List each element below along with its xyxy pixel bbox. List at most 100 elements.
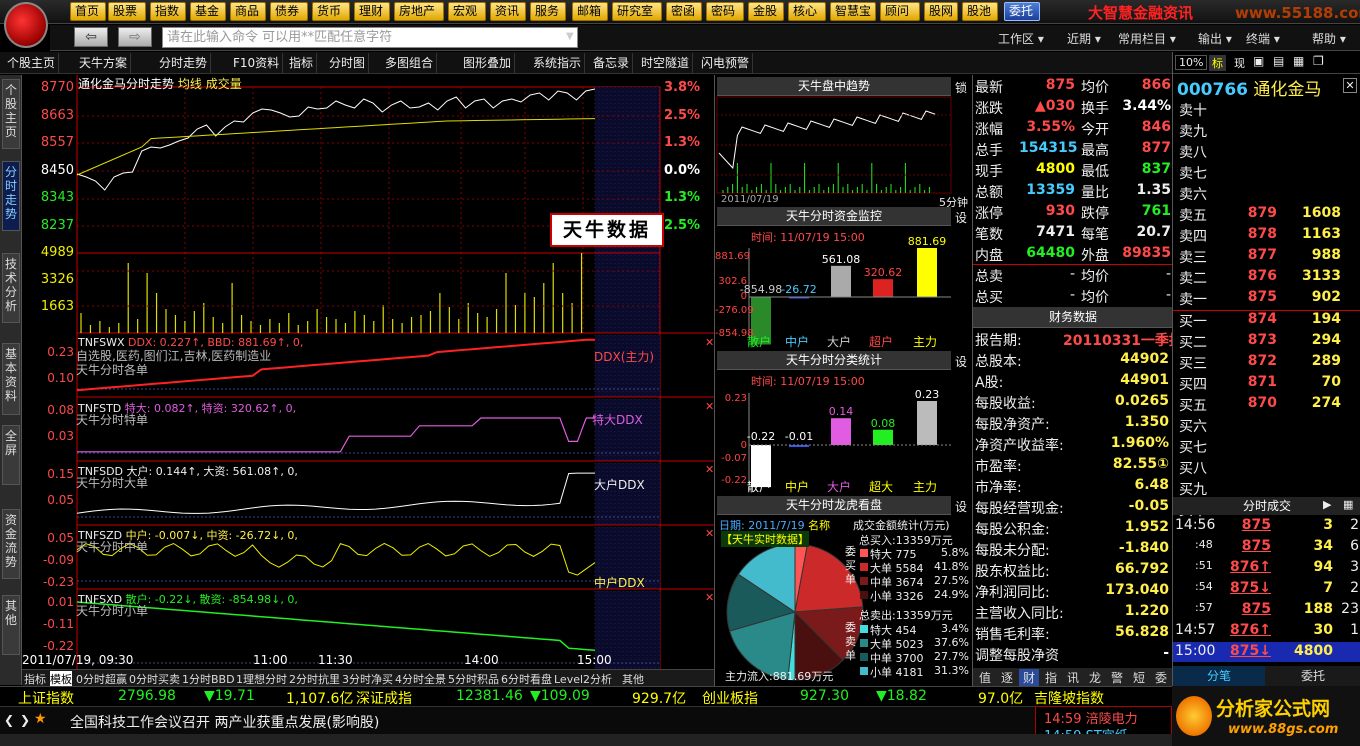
nav-22[interactable]: 委托 — [1004, 2, 1040, 21]
play-icon[interactable]: ▶ — [1323, 498, 1331, 511]
tab-9[interactable]: 备忘录 — [590, 53, 634, 73]
formula-tab-5[interactable]: 1理想分时 — [236, 671, 287, 687]
formula-tab-1[interactable]: 模板 — [50, 671, 72, 687]
nav-7[interactable]: 理财 — [354, 2, 390, 21]
tab-6[interactable]: 多图组合 — [382, 53, 438, 73]
menu-1[interactable]: 近期 ▾ — [1067, 30, 1101, 47]
nav-0[interactable]: 首页 — [70, 2, 106, 21]
vtab-4[interactable]: 全屏 — [2, 425, 20, 485]
formula-tab-4[interactable]: 1分时BBD — [182, 671, 235, 687]
nav-14[interactable]: 密函 — [666, 2, 702, 21]
command-input[interactable]: 请在此输入命令 可以用**匹配任意字符 — [162, 27, 578, 48]
nav-17[interactable]: 核心 — [788, 2, 826, 21]
menu-0[interactable]: 工作区 ▾ — [998, 30, 1044, 47]
forward-button[interactable]: ⇨ — [118, 27, 152, 47]
news-headline[interactable]: 全国科技工作会议召开 两产业获重点发展(影响股) — [70, 712, 379, 732]
ind2-close-icon[interactable]: ✕ — [705, 400, 714, 413]
nav-16[interactable]: 金股 — [748, 2, 784, 21]
sell-price-5[interactable]: 879 — [1225, 205, 1277, 221]
vtab-3[interactable]: 基本资料 — [2, 343, 20, 415]
nav-20[interactable]: 股网 — [924, 2, 958, 21]
nav-13[interactable]: 研究室 — [612, 2, 662, 21]
ticker-name-0[interactable]: 上证指数 — [18, 688, 74, 708]
fin-tab-3[interactable]: 指 — [1041, 669, 1061, 686]
nav-10[interactable]: 资讯 — [490, 2, 526, 21]
tab-1[interactable]: 天牛方案 — [76, 53, 132, 73]
sell-price-7[interactable]: 877 — [1225, 247, 1277, 263]
vtab-5[interactable]: 资金流势 — [2, 509, 20, 579]
tab-8[interactable]: 系统指示 — [530, 53, 586, 73]
nav-21[interactable]: 股池 — [962, 2, 998, 21]
formula-tab-8[interactable]: 4分时全景 — [395, 671, 446, 687]
tab-5[interactable]: 分时图 — [326, 53, 370, 73]
nav-5[interactable]: 债券 — [270, 2, 308, 21]
nav-15[interactable]: 密码 — [706, 2, 744, 21]
formula-tab-0[interactable]: 指标 — [24, 671, 46, 687]
buy-price-4[interactable]: 870 — [1225, 395, 1277, 411]
formula-tab-2[interactable]: 0分时超赢 — [76, 671, 127, 687]
buy-price-0[interactable]: 874 — [1225, 311, 1277, 327]
class-stat-settings[interactable]: 设 — [955, 353, 967, 370]
formula-tab-11[interactable]: Level2分析 — [554, 671, 612, 687]
tab-3[interactable]: F10资料 — [230, 53, 284, 73]
tab-0[interactable]: 个股主页 — [4, 53, 60, 73]
nav-12[interactable]: 邮箱 — [572, 2, 608, 21]
tab-2[interactable]: 分时走势 — [156, 53, 212, 73]
formula-tab-6[interactable]: 2分时抗里 — [289, 671, 340, 687]
nav-9[interactable]: 宏观 — [448, 2, 486, 21]
fin-tab-0[interactable]: 值 — [975, 669, 995, 686]
sell-price-6[interactable]: 878 — [1225, 226, 1277, 242]
nav-6[interactable]: 货币 — [312, 2, 350, 21]
ind3-close-icon[interactable]: ✕ — [705, 463, 714, 476]
book-tab-1[interactable]: 委托 — [1267, 666, 1359, 686]
fin-tab-7[interactable]: 短 — [1129, 669, 1149, 686]
ind4-close-icon[interactable]: ✕ — [705, 527, 714, 540]
dragon-panel-settings[interactable]: 设 — [955, 498, 967, 515]
ticker-name-1[interactable]: 深证成指 — [356, 688, 412, 708]
tab-4[interactable]: 指标 — [286, 53, 318, 73]
formula-tab-9[interactable]: 5分时积品 — [448, 671, 499, 687]
nav-11[interactable]: 服务 — [530, 2, 566, 21]
menu-3[interactable]: 输出 ▾ — [1198, 30, 1232, 47]
nav-1[interactable]: 股票 — [108, 2, 146, 21]
nav-4[interactable]: 商品 — [230, 2, 266, 21]
fin-tab-4[interactable]: 讯 — [1063, 669, 1083, 686]
grid-small-icon[interactable]: ▦ — [1343, 498, 1353, 511]
sell-price-9[interactable]: 875 — [1225, 289, 1277, 305]
buy-price-1[interactable]: 873 — [1225, 332, 1277, 348]
nav-3[interactable]: 基金 — [190, 2, 226, 21]
fin-tab-2[interactable]: 财 — [1019, 669, 1039, 686]
book-tab-0[interactable]: 分笔 — [1173, 666, 1265, 686]
nav-8[interactable]: 房地产 — [394, 2, 444, 21]
vtab-1[interactable]: 分时走势 — [2, 161, 20, 231]
vtab-0[interactable]: 个股主页 — [2, 79, 20, 149]
fund-monitor-settings[interactable]: 设 — [955, 209, 967, 226]
menu-2[interactable]: 常用栏目 ▾ — [1118, 30, 1176, 47]
next-news-icon[interactable]: ❯ — [20, 713, 30, 727]
vtab-6[interactable]: 其他 — [2, 595, 20, 655]
ticker-right[interactable]: 吉隆坡指数 — [1034, 688, 1104, 708]
back-button[interactable]: ⇦ — [74, 27, 108, 47]
formula-tab-3[interactable]: 0分时买卖 — [129, 671, 180, 687]
prev-news-icon[interactable]: ❮ — [4, 713, 14, 727]
fin-tab-1[interactable]: 逐 — [997, 669, 1017, 686]
vtab-2[interactable]: 技术分析 — [2, 253, 20, 323]
tab-10[interactable]: 时空隧道 — [638, 53, 694, 73]
nav-2[interactable]: 指数 — [150, 2, 186, 21]
chevron-down-icon[interactable]: ▼ — [566, 31, 574, 42]
ind1-close-icon[interactable]: ✕ — [705, 336, 714, 349]
ind5-close-icon[interactable]: ✕ — [705, 591, 714, 604]
buy-price-2[interactable]: 872 — [1225, 353, 1277, 369]
formula-tab-10[interactable]: 6分时看盘 — [501, 671, 552, 687]
lock-button[interactable]: 锁 — [955, 79, 967, 96]
formula-tab-7[interactable]: 3分时净买 — [342, 671, 393, 687]
fin-tab-8[interactable]: 委 — [1151, 669, 1171, 686]
menu-4[interactable]: 终端 ▾ — [1246, 30, 1280, 47]
nav-19[interactable]: 顾问 — [880, 2, 920, 21]
menu-5[interactable]: 帮助 ▾ — [1312, 30, 1346, 47]
formula-tab-12[interactable]: 其他 — [622, 671, 644, 687]
sell-price-8[interactable]: 876 — [1225, 268, 1277, 284]
fin-tab-6[interactable]: 警 — [1107, 669, 1127, 686]
tab-11[interactable]: 闪电预警 — [698, 53, 754, 73]
nav-18[interactable]: 智慧宝 — [830, 2, 876, 21]
